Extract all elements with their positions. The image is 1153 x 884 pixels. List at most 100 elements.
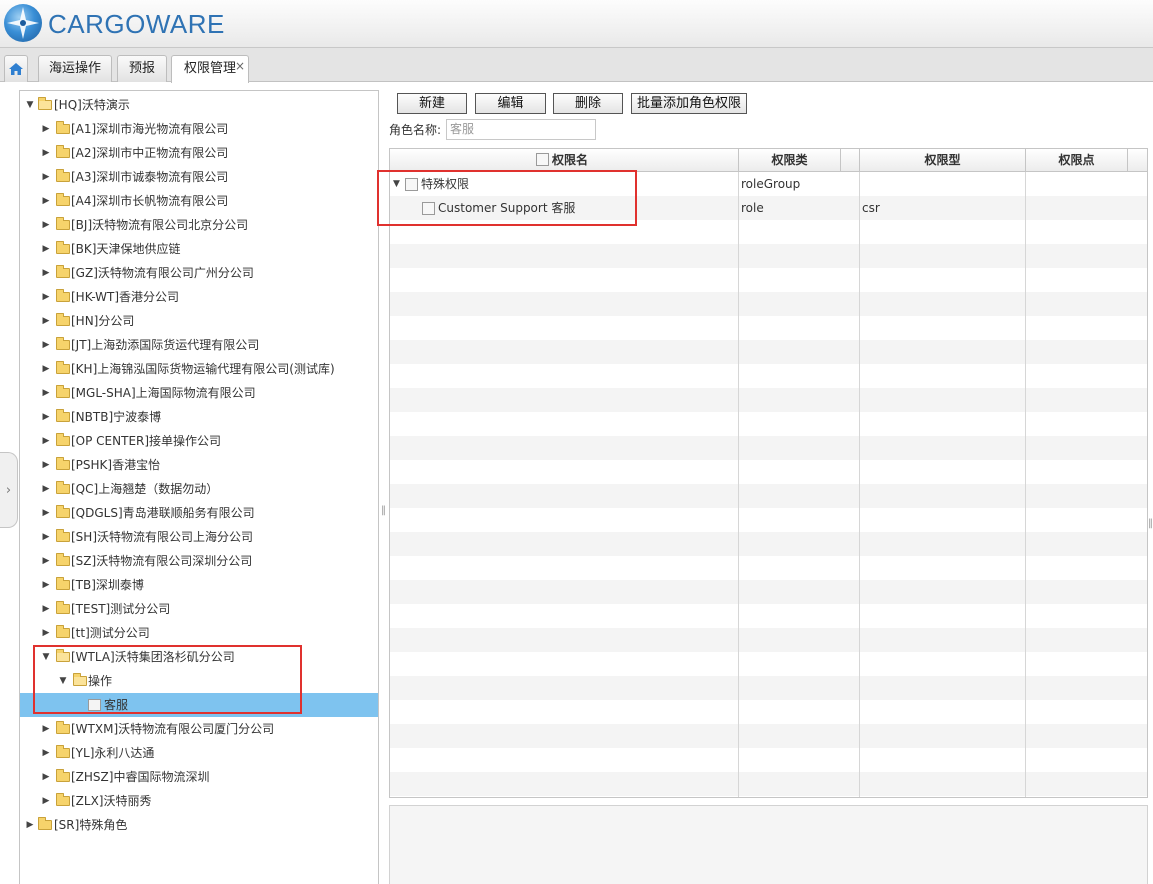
expand-right-icon[interactable]: ▶ [40, 501, 52, 525]
column-header-name[interactable]: 权限名 [390, 149, 739, 171]
tree-node-company[interactable]: ▶ [SZ]沃特物流有限公司深圳分公司 [20, 549, 378, 573]
select-all-checkbox[interactable] [536, 153, 549, 166]
right-edge-grip[interactable]: ‖ [1148, 518, 1153, 532]
tree-node-company[interactable]: ▶ [NBTB]宁波泰博 [20, 405, 378, 429]
close-icon[interactable]: × [235, 54, 245, 79]
grid-stripe [390, 724, 1147, 748]
grid-stripe [390, 508, 1147, 532]
tree-node-company[interactable]: ▶ [JT]上海劲添国际货运代理有限公司 [20, 333, 378, 357]
expand-right-icon[interactable]: ▶ [40, 573, 52, 597]
expand-sidebar-handle[interactable]: › [0, 452, 18, 528]
folder-icon [56, 745, 70, 758]
folder-icon [56, 169, 70, 182]
folder-icon [56, 433, 70, 446]
tree-node-company[interactable]: ▶ [QC]上海翘楚（数据勿动） [20, 477, 378, 501]
expand-right-icon[interactable]: ▶ [40, 789, 52, 813]
expand-right-icon[interactable]: ▶ [40, 765, 52, 789]
folder-icon [56, 361, 70, 374]
tree-node-company[interactable]: ▶ [OP CENTER]接单操作公司 [20, 429, 378, 453]
expand-right-icon[interactable]: ▶ [40, 333, 52, 357]
tree-node-company[interactable]: ▶ [HK-WT]香港分公司 [20, 285, 378, 309]
expand-right-icon[interactable]: ▶ [40, 357, 52, 381]
tree-node-company[interactable]: ▶ [A2]深圳市中正物流有限公司 [20, 141, 378, 165]
role-name-field[interactable]: 客服 [446, 119, 596, 140]
column-header-kind[interactable]: 权限型 [860, 149, 1026, 171]
column-header-type[interactable]: 权限类 [739, 149, 841, 171]
expand-right-icon[interactable]: ▶ [40, 141, 52, 165]
tab-bar: 海运操作 预报 权限管理 × [0, 48, 1153, 83]
expand-right-icon[interactable]: ▶ [40, 453, 52, 477]
tree-node-company[interactable]: ▶ [TB]深圳泰博 [20, 573, 378, 597]
permission-grid: 权限名 权限类 权限型 权限点 ▼ 特殊权限 roleGroup Custome… [389, 148, 1148, 798]
tree-node-company[interactable]: ▶ [A4]深圳市长帆物流有限公司 [20, 189, 378, 213]
tree-node-company[interactable]: ▶ [PSHK]香港宝怡 [20, 453, 378, 477]
chevron-right-icon: › [5, 483, 12, 498]
delete-button[interactable]: 删除 [553, 93, 623, 114]
new-button[interactable]: 新建 [397, 93, 467, 114]
app-header: CARGOWARE [0, 0, 1153, 48]
tree-node-company[interactable]: ▶ [SH]沃特物流有限公司上海分公司 [20, 525, 378, 549]
splitter-grip[interactable]: ‖ [381, 505, 386, 519]
tree-node-company[interactable]: ▶ [ZHSZ]中睿国际物流深圳 [20, 765, 378, 789]
expand-right-icon[interactable]: ▶ [40, 237, 52, 261]
expand-right-icon[interactable]: ▶ [40, 381, 52, 405]
tree-node-company[interactable]: ▶ [TEST]测试分公司 [20, 597, 378, 621]
expand-right-icon[interactable]: ▶ [40, 309, 52, 333]
expand-right-icon[interactable]: ▶ [40, 429, 52, 453]
edit-button[interactable]: 编辑 [475, 93, 546, 114]
grid-stripe [390, 772, 1147, 796]
expand-right-icon[interactable]: ▶ [40, 189, 52, 213]
expand-right-icon[interactable]: ▶ [40, 621, 52, 645]
tree-node-company[interactable]: ▶ [QDGLS]青岛港联顺船务有限公司 [20, 501, 378, 525]
expand-right-icon[interactable]: ▶ [40, 285, 52, 309]
expand-right-icon[interactable]: ▶ [40, 213, 52, 237]
expand-right-icon[interactable]: ▶ [40, 525, 52, 549]
tree-node-company[interactable]: ▶ [ZLX]沃特丽秀 [20, 789, 378, 813]
tree-node-company[interactable]: ▶ [BJ]沃特物流有限公司北京分公司 [20, 213, 378, 237]
expand-right-icon[interactable]: ▶ [40, 405, 52, 429]
tab-ocean-ops[interactable]: 海运操作 [38, 55, 112, 82]
expand-right-icon[interactable]: ▶ [24, 813, 36, 837]
tree-node-company[interactable]: ▶ [A1]深圳市海光物流有限公司 [20, 117, 378, 141]
folder-icon [56, 577, 70, 590]
expand-right-icon[interactable]: ▶ [40, 261, 52, 285]
tree-node-company[interactable]: ▶ [KH]上海锦泓国际货物运输代理有限公司(测试库) [20, 357, 378, 381]
tree-node-label: [JT]上海劲添国际货运代理有限公司 [71, 338, 260, 352]
tree-node-special-roles[interactable]: ▶ [SR]特殊角色 [20, 813, 378, 837]
permission-type: role [741, 201, 764, 215]
tree-node-label: [WTXM]沃特物流有限公司厦门分公司 [71, 722, 275, 736]
tree-node-company[interactable]: ▶ [BK]天津保地供应链 [20, 237, 378, 261]
expand-right-icon[interactable]: ▶ [40, 117, 52, 141]
tree-node-company[interactable]: ▶ [YL]永利八达通 [20, 741, 378, 765]
tree-node-company[interactable]: ▶ [tt]测试分公司 [20, 621, 378, 645]
permission-type: roleGroup [741, 177, 801, 191]
tree-node-company[interactable]: ▶ [A3]深圳市诚泰物流有限公司 [20, 165, 378, 189]
tree-node-label: [QC]上海翘楚（数据勿动） [71, 482, 219, 496]
expand-right-icon[interactable]: ▶ [40, 477, 52, 501]
tree-node-label: [YL]永利八达通 [71, 746, 155, 760]
expand-right-icon[interactable]: ▶ [40, 597, 52, 621]
expand-right-icon[interactable]: ▶ [40, 549, 52, 573]
tree-node-company[interactable]: ▶ [GZ]沃特物流有限公司广州分公司 [20, 261, 378, 285]
tree-node-label: [A2]深圳市中正物流有限公司 [71, 146, 229, 160]
tree-node-company[interactable]: ▶ [HN]分公司 [20, 309, 378, 333]
column-header-point[interactable]: 权限点 [1026, 149, 1128, 171]
batch-add-permission-button[interactable]: 批量添加角色权限 [631, 93, 747, 114]
expand-right-icon[interactable]: ▶ [40, 165, 52, 189]
grid-stripe [390, 340, 1147, 364]
tab-home[interactable] [4, 55, 28, 82]
tree-node-label: [TB]深圳泰博 [71, 578, 144, 592]
folder-icon [56, 553, 70, 566]
tree-node-company[interactable]: ▶ [WTXM]沃特物流有限公司厦门分公司 [20, 717, 378, 741]
expand-down-icon[interactable]: ▼ [24, 93, 36, 117]
folder-icon [56, 385, 70, 398]
home-icon [9, 63, 23, 75]
tree-node-company[interactable]: ▶ [MGL-SHA]上海国际物流有限公司 [20, 381, 378, 405]
expand-right-icon[interactable]: ▶ [40, 717, 52, 741]
grid-stripe [390, 388, 1147, 412]
tab-permission-mgmt[interactable]: 权限管理 × [171, 55, 249, 83]
tab-forecast[interactable]: 预报 [117, 55, 167, 82]
tree-node-root[interactable]: ▼ [HQ]沃特演示 [20, 93, 378, 117]
expand-right-icon[interactable]: ▶ [40, 741, 52, 765]
tree-node-label: [ZHSZ]中睿国际物流深圳 [71, 770, 210, 784]
